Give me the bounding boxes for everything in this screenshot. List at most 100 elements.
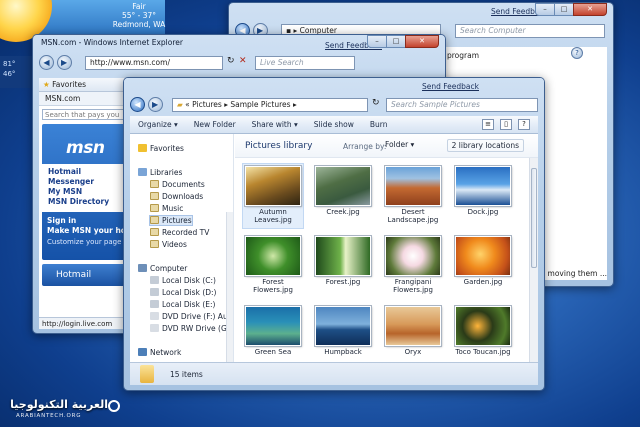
nav-recorded-tv[interactable]: Recorded TV <box>150 228 209 237</box>
msn-links: Hotmail Messenger My MSN MSN Directory <box>42 164 134 212</box>
forward-arrow-icon[interactable]: ▶ <box>56 55 72 70</box>
maximize-button[interactable]: □ <box>554 3 574 16</box>
image-thumbnail <box>385 306 441 346</box>
search-input[interactable]: Search Computer <box>455 24 605 38</box>
msn-search-input[interactable]: Search that pays you <box>42 109 134 120</box>
send-feedback-link[interactable]: Send Feedback <box>422 82 479 91</box>
file-tile[interactable]: Forest.jpg <box>313 234 373 298</box>
new-folder-button[interactable]: New Folder <box>194 120 236 129</box>
image-thumbnail <box>245 236 301 276</box>
organize-button[interactable]: Organize ▾ <box>138 120 178 129</box>
customize-link[interactable]: Customize your page <box>47 238 121 246</box>
nav-scrollbar[interactable] <box>226 212 233 362</box>
nav-drive-c[interactable]: Local Disk (C:) <box>150 276 216 285</box>
explorer-window[interactable]: Send Feedback ◀ ▶ ▰ « Pictures ▸ Sample … <box>123 77 545 391</box>
file-tile[interactable]: Toco Toucan.jpg <box>453 304 513 362</box>
maximize-button[interactable]: □ <box>386 35 406 48</box>
file-tile[interactable]: Dock.jpg <box>453 164 513 228</box>
live-search-input[interactable]: Live Search <box>255 56 355 70</box>
image-thumbnail <box>385 166 441 206</box>
content-scrollbar[interactable] <box>529 158 538 362</box>
help-icon[interactable]: ? <box>518 119 530 130</box>
link-hotmail[interactable]: Hotmail <box>48 167 128 177</box>
link-msn-directory[interactable]: MSN Directory <box>48 197 128 207</box>
info-text: moving them ... <box>547 269 607 278</box>
help-icon[interactable]: ? <box>571 47 583 59</box>
nav-drive-d[interactable]: Local Disk (D:) <box>150 288 216 297</box>
file-view: Pictures library Arrange by: Folder ▾ 2 … <box>235 134 538 362</box>
nav-favorites[interactable]: Favorites <box>138 144 184 153</box>
drive-icon <box>150 288 159 296</box>
pictures-icon <box>150 216 159 224</box>
nav-libraries[interactable]: Libraries <box>138 168 182 177</box>
navigation-pane: Favorites Libraries Documents Downloads … <box>130 134 234 362</box>
window-title: MSN.com - Windows Internet Explorer <box>41 38 183 47</box>
nav-downloads[interactable]: Downloads <box>150 192 203 201</box>
file-tile[interactable]: Humpback <box>313 304 373 362</box>
music-icon <box>150 204 159 212</box>
nav-drive-f[interactable]: DVD Drive (F:) Audio <box>150 312 233 321</box>
file-tile[interactable]: Desert Landscape.jpg <box>383 164 443 228</box>
file-name: Oryx <box>404 348 422 356</box>
file-tile[interactable]: Frangipani Flowers.jpg <box>383 234 443 298</box>
watermark-arabic: العربية التكنولوجيا <box>10 398 108 411</box>
nav-computer[interactable]: Computer <box>138 264 187 273</box>
arrange-dropdown[interactable]: Folder ▾ <box>385 140 414 149</box>
nav-drive-e[interactable]: Local Disk (E:) <box>150 300 215 309</box>
preview-pane-icon[interactable]: ▯ <box>500 119 512 130</box>
views-icon[interactable]: ≡ <box>482 119 494 130</box>
link-my-msn[interactable]: My MSN <box>48 187 128 197</box>
minimize-button[interactable]: – <box>535 3 555 16</box>
file-name: Autumn Leaves.jpg <box>254 208 292 224</box>
refresh-icon[interactable]: ↻ <box>227 56 235 66</box>
nav-network[interactable]: Network <box>138 348 181 357</box>
file-tile[interactable]: Autumn Leaves.jpg <box>242 163 304 229</box>
link-messenger[interactable]: Messenger <box>48 177 128 187</box>
nav-videos[interactable]: Videos <box>150 240 187 249</box>
view-controls: ≡ ▯ ? <box>476 119 530 130</box>
file-tile[interactable]: Garden.jpg <box>453 234 513 298</box>
nav-music[interactable]: Music <box>150 204 183 213</box>
close-button[interactable]: ✕ <box>573 3 607 16</box>
refresh-icon[interactable]: ↻ <box>372 98 380 108</box>
star-icon: ★ <box>43 80 50 89</box>
scroll-thumb[interactable] <box>531 168 537 268</box>
file-name: Garden.jpg <box>463 278 503 286</box>
back-arrow-icon[interactable]: ◀ <box>130 97 145 112</box>
library-locations-button[interactable]: 2 library locations <box>446 139 524 152</box>
explorer-body: Favorites Libraries Documents Downloads … <box>130 134 538 362</box>
share-with-button[interactable]: Share with ▾ <box>252 120 298 129</box>
file-name: Forest.jpg <box>325 278 361 286</box>
nav-buttons: ◀ ▶ <box>39 55 72 70</box>
weather-text: Fair 55° - 37° Redmond, WA <box>112 2 166 29</box>
file-tile[interactable]: Forest Flowers.jpg <box>243 234 303 298</box>
file-name: Humpback <box>324 348 362 356</box>
image-thumbnail <box>455 306 511 346</box>
file-tile[interactable]: Creek.jpg <box>313 164 373 228</box>
favorites-button[interactable]: Favorites <box>52 80 86 89</box>
weather-gadget[interactable]: Fair 55° - 37° Redmond, WA <box>0 0 166 42</box>
file-tile[interactable]: Green Sea <box>243 304 303 362</box>
forward-arrow-icon[interactable]: ▶ <box>147 97 163 112</box>
hotmail-button[interactable]: Hotmail <box>42 264 134 286</box>
watermark-latin: ARABIANTECH.ORG <box>16 413 82 419</box>
slide-show-button[interactable]: Slide show <box>314 120 354 129</box>
nav-documents[interactable]: Documents <box>150 180 205 189</box>
back-arrow-icon[interactable]: ◀ <box>39 55 54 70</box>
command-bar: Organize ▾ New Folder Share with ▾ Slide… <box>130 116 538 134</box>
tv-icon <box>150 228 159 236</box>
info-text: program <box>446 51 479 60</box>
nav-pictures[interactable]: Pictures <box>149 215 193 226</box>
library-icon <box>138 168 147 176</box>
documents-icon <box>150 180 159 188</box>
file-tile[interactable]: Oryx <box>383 304 443 362</box>
stop-icon[interactable]: ✕ <box>239 56 247 66</box>
close-button[interactable]: ✕ <box>405 35 439 48</box>
search-input[interactable]: Search Sample Pictures <box>386 98 538 112</box>
nav-drive-g[interactable]: DVD RW Drive (G:) A <box>150 324 233 333</box>
library-header: Pictures library Arrange by: Folder ▾ 2 … <box>235 134 538 158</box>
url-bar[interactable]: http://www.msn.com/ <box>85 56 223 70</box>
minimize-button[interactable]: – <box>367 35 387 48</box>
burn-button[interactable]: Burn <box>370 120 388 129</box>
breadcrumb[interactable]: ▰ « Pictures ▸ Sample Pictures ▸ <box>172 98 368 112</box>
